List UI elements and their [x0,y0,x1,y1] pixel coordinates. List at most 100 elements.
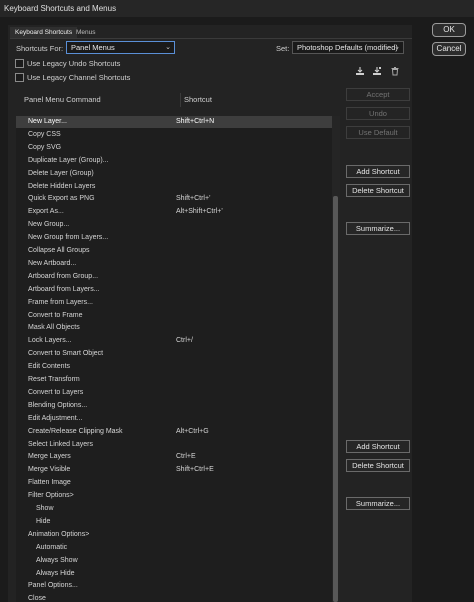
table-row[interactable]: Always Show [16,555,332,567]
table-row[interactable]: Delete Layer (Group) [16,168,332,180]
command-name: Select Linked Layers [28,440,93,448]
legacy-undo-label: Use Legacy Undo Shortcuts [27,59,121,68]
command-name: Convert to Smart Object [28,350,104,358]
table-row[interactable]: New Layer... Shift+Ctrl+N [16,116,332,128]
accept-button[interactable]: Accept [346,88,410,101]
cancel-button[interactable]: Cancel [432,42,466,56]
command-name: Delete Hidden Layers [28,182,96,190]
table-row[interactable]: New Group from Layers... [16,232,332,244]
table-row[interactable]: Reset Transform [16,374,332,386]
command-name: Frame from Layers... [28,298,93,306]
table-row[interactable]: Quick Export as PNG Shift+Ctrl+' [16,193,332,205]
title-bar: Keyboard Shortcuts and Menus [0,0,474,17]
table-row[interactable]: Lock Layers... Ctrl+/ [16,335,332,347]
scrollbar-thumb[interactable] [333,196,338,602]
table-row[interactable]: Blending Options... [16,400,332,412]
delete-shortcut-button[interactable]: Delete Shortcut [346,184,410,197]
set-select[interactable]: Photoshop Defaults (modified) ⌄ [292,41,404,54]
table-row[interactable]: Collapse All Groups [16,245,332,257]
table-row[interactable]: Delete Hidden Layers [16,181,332,193]
table-row[interactable]: Artboard from Layers... [16,284,332,296]
summarize-button-lower[interactable]: Summarize... [346,497,410,510]
command-name: Edit Contents [28,363,71,371]
table-row[interactable]: Hide [16,516,332,528]
shortcuts-for-select[interactable]: Panel Menus ⌄ [66,41,175,54]
shortcut-value[interactable]: Ctrl+E [176,451,196,463]
use-default-button[interactable]: Use Default [346,126,410,139]
command-name: Panel Options... [28,582,78,590]
table-row[interactable]: Always Hide [16,568,332,580]
command-name: New Group from Layers... [28,234,109,242]
table-row[interactable]: New Group... [16,219,332,231]
shortcut-value[interactable]: Shift+Ctrl+N [176,116,214,128]
tab-menus[interactable]: Menus [71,27,101,38]
set-label: Set: [276,44,290,53]
tab-keyboard-shortcuts[interactable]: Keyboard Shortcuts [10,27,78,38]
legacy-undo-checkbox[interactable] [15,59,24,68]
command-name: Show [36,505,54,512]
column-header-shortcut: Shortcut [184,95,212,104]
command-name: Create/Release Clipping Mask [28,427,123,435]
command-name: Convert to Layers [28,388,84,396]
table-row[interactable]: Animation Options> [16,529,332,541]
shortcuts-for-value: Panel Menus [71,43,115,52]
table-row[interactable]: Copy SVG [16,142,332,154]
command-name: Close [28,595,46,602]
table-row[interactable]: Select Linked Layers [16,439,332,451]
legacy-channel-checkbox[interactable] [15,73,24,82]
tab-divider [10,38,412,39]
table-row[interactable]: Merge Visible Shift+Ctrl+E [16,464,332,476]
delete-shortcut-button-lower[interactable]: Delete Shortcut [346,459,410,472]
command-name: Flatten Image [28,479,71,487]
add-shortcut-button[interactable]: Add Shortcut [346,165,410,178]
add-shortcut-button-lower[interactable]: Add Shortcut [346,440,410,453]
command-name: Artboard from Layers... [28,285,100,293]
table-row[interactable]: Show [16,503,332,515]
undo-button[interactable]: Undo [346,107,410,120]
save-set-copy-icon[interactable] [372,66,382,76]
table-row[interactable]: Convert to Smart Object [16,348,332,360]
shortcut-value[interactable]: Shift+Ctrl+' [176,193,210,205]
table-row[interactable]: Filter Options> [16,490,332,502]
table-row[interactable]: Duplicate Layer (Group)... [16,155,332,167]
chevron-down-icon: ⌄ [165,44,171,51]
table-row[interactable]: Create/Release Clipping Mask Alt+Ctrl+G [16,426,332,438]
command-name: Blending Options... [28,401,88,409]
command-name: New Group... [28,221,70,229]
table-row[interactable]: Export As... Alt+Shift+Ctrl+' [16,206,332,218]
table-row[interactable]: Automatic [16,542,332,554]
command-name: Merge Visible [28,466,71,474]
table-row[interactable]: Frame from Layers... [16,297,332,309]
save-set-icon[interactable] [355,66,365,76]
table-row[interactable]: Mask All Objects [16,322,332,334]
command-name: Mask All Objects [28,324,80,332]
table-row[interactable]: Copy CSS [16,129,332,141]
command-name: New Layer... [28,118,67,125]
table-row[interactable]: Convert to Layers [16,387,332,399]
table-row[interactable]: Edit Contents [16,361,332,373]
command-name: Artboard from Group... [28,272,99,280]
set-value: Photoshop Defaults (modified) [297,43,398,52]
command-name: Copy SVG [28,143,62,151]
command-name: Automatic [36,543,68,551]
table-row[interactable]: New Artboard... [16,258,332,270]
list-scrollbar[interactable] [332,116,340,602]
table-row[interactable]: Merge Layers Ctrl+E [16,451,332,463]
table-row[interactable]: Close [16,593,332,602]
table-row[interactable]: Panel Options... [16,580,332,592]
legacy-channel-label: Use Legacy Channel Shortcuts [27,73,131,82]
table-row[interactable]: Edit Adjustment... [16,413,332,425]
summarize-button[interactable]: Summarize... [346,222,410,235]
command-name: Reset Transform [28,376,80,383]
table-row[interactable]: Artboard from Group... [16,271,332,283]
trash-icon[interactable] [390,66,400,76]
shortcut-value[interactable]: Alt+Ctrl+G [176,426,209,438]
shortcut-value[interactable]: Ctrl+/ [176,335,193,347]
ok-button[interactable]: OK [432,23,466,37]
command-name: Quick Export as PNG [28,195,95,203]
table-row[interactable]: Flatten Image [16,477,332,489]
table-row[interactable]: Convert to Frame [16,310,332,322]
shortcut-value[interactable]: Alt+Shift+Ctrl+' [176,206,223,218]
command-name: Edit Adjustment... [28,414,83,422]
shortcut-value[interactable]: Shift+Ctrl+E [176,464,214,476]
